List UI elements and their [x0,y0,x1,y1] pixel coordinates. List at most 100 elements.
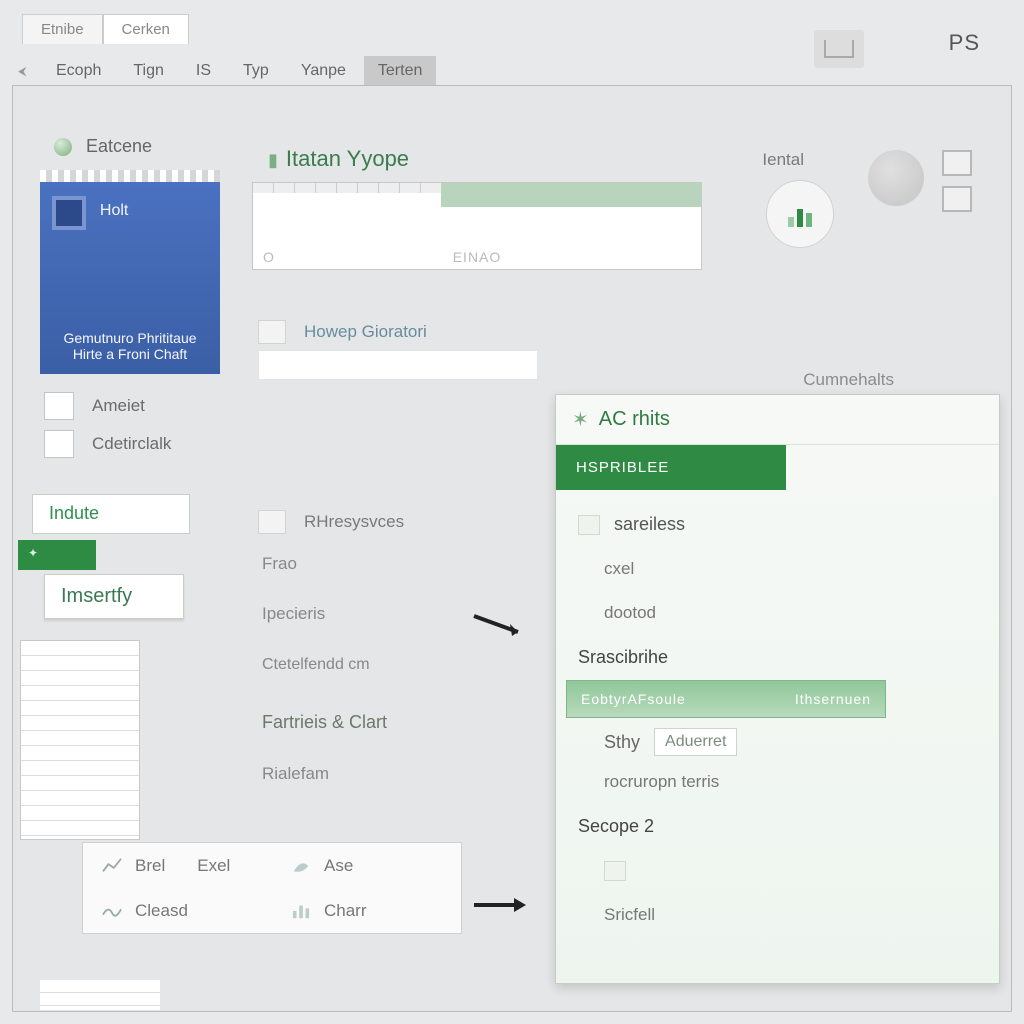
panel-item-roruropnterris[interactable]: rocruropn terris [556,760,999,804]
eatcene-label: Eatcene [86,136,152,157]
square-option-b[interactable] [942,186,972,212]
sphere-icon [868,150,924,206]
opt-ase-label: Ase [324,856,353,876]
iental-label: Iental [762,150,804,170]
panel-item-dootod[interactable]: dootod [556,591,999,635]
panel-item-highlighted[interactable]: EobtyrAFsoule Ithsernuen [566,680,886,718]
box-icon [44,392,74,420]
input-strip[interactable] [258,350,538,380]
hgoratori-label: Howep Gioratori [304,322,427,342]
cdetrcalk-label: Cdetirclalk [92,434,171,454]
insertfy-button[interactable]: Imsertfy [44,574,184,619]
panel-item-sareless[interactable]: sareiless [556,502,999,547]
ribbon-tab-is[interactable]: IS [182,56,225,86]
spreadsheet-footer-icon [40,980,160,1010]
panel-item-label: Secope 2 [578,816,654,837]
ribbon-tab-tign[interactable]: Tign [119,56,178,86]
ctetefendd-label[interactable]: Ctetelfendd cm [262,656,370,674]
template-card[interactable]: Holt Gemutnuro Phrititaue Hirte a Froni … [40,182,220,374]
arrow-icon [470,890,530,923]
tool-icon [258,510,286,534]
green-marker-icon[interactable] [18,540,96,570]
spreadsheet-thumb-icon [20,640,140,840]
section-eatcene: Eatcene [54,136,152,157]
preview-axis-center: EINAO [453,249,502,265]
top-tab-etnibe[interactable]: Etnibe [22,14,103,44]
indute-button[interactable]: Indute [32,494,190,534]
opt-charr[interactable]: Charr [272,888,461,933]
template-card-title: Holt [100,202,128,220]
opt-exel-label: Exel [197,856,230,876]
panel-item-label: Srascibrihe [578,647,668,668]
chart-preview[interactable]: O EINAO [252,182,702,270]
panel-hi-right: Ithsernuen [795,691,871,707]
cloud-upload-icon[interactable] [814,30,864,68]
round-chart-icon[interactable] [766,180,834,248]
panel-hi-left: EobtyrAFsoule [581,691,686,707]
bar-chart-icon [290,902,312,920]
ameiet-label: Ameiet [92,396,145,416]
panel-list: sareiless cxel dootod Srascibrihe Eobtyr… [556,490,999,949]
template-card-line2: Hirte a Froni Chaft [52,346,208,362]
panel-ribbon-bar[interactable]: HSPRIBLEE [556,445,786,490]
tree-icon: ✶ [572,407,589,432]
panel-item-label: Sricfell [604,905,655,925]
top-tab-strip: Etnibe Cerken [22,14,189,44]
link-hgoratori[interactable]: Howep Gioratori [258,320,427,344]
panel-item-label: cxel [604,559,634,579]
rhresvres-label: RHresysvces [304,512,404,532]
panel-item-cxel[interactable]: cxel [556,547,999,591]
link-rhresvres[interactable]: RHresysvces [258,510,404,534]
line-chart-icon [101,857,123,875]
template-card-line1: Gemutnuro Phrititaue [52,330,208,346]
thumb-icon [604,861,626,881]
frao-label[interactable]: Frao [262,554,297,574]
expand-icon[interactable]: ⮜ [18,64,32,79]
panel-inline-row: Sthy Aduerret [556,718,999,760]
sidebar-item-cdetrcalk[interactable]: Cdetirclalk [44,430,171,458]
panel-item-label: dootod [604,603,656,623]
panel-item-srascbrihe[interactable]: Srascibrihe [556,635,999,680]
preview-axis-left: O [263,249,274,265]
cumhats-label: Cumnehalts [803,370,894,390]
sidebar-item-ameiet[interactable]: Ameiet [44,392,145,420]
ipeciens-label[interactable]: Ipecieris [262,604,325,624]
panel-title: ✶ AC rhits [556,395,999,445]
panel-title-text: AC rhits [599,408,670,431]
scribble-icon [101,902,123,920]
square-option-a[interactable] [942,150,972,176]
rialeram-label[interactable]: Rialefam [262,764,329,784]
opt-ase[interactable]: Ase [272,843,461,888]
chart-option-box: Brel Exel Ase Cleasd Charr [82,842,462,934]
panel-sthy-label: Sthy [604,732,640,753]
panel-item-secope2[interactable]: Secope 2 [556,804,999,849]
opt-cleasd-label: Cleasd [135,901,188,921]
opt-brel-label: Brel [135,856,165,876]
fartiois-label[interactable]: Fartrieis & Clart [262,712,387,733]
sheet-icon [578,515,600,535]
ribbon-tabs: ⮜ Ecoph Tign IS Typ Yanpe Terten [18,56,436,86]
panel-aduerret-chip[interactable]: Aduerret [654,728,737,756]
arrow-icon [470,610,530,643]
ps-label: PS [949,30,980,56]
doc-icon [258,320,286,344]
panel-item-sricfell[interactable]: Sricfell [556,893,999,937]
leaf-icon [290,857,312,875]
top-tab-cerken[interactable]: Cerken [103,14,189,44]
opt-brel[interactable]: Brel Exel [83,843,272,888]
opt-cleasd[interactable]: Cleasd [83,888,272,933]
grid-icon [44,430,74,458]
panel-item-label: rocruropn terris [604,772,719,792]
section-heading-atatype: Itatan Yyope [268,146,409,172]
ribbon-tab-yanpe[interactable]: Yanpe [287,56,360,86]
template-card-icon [52,196,86,230]
ribbon-tab-terten[interactable]: Terten [364,56,436,86]
globe-icon [54,138,72,156]
ribbon-tab-ecoph[interactable]: Ecoph [42,56,115,86]
opt-charr-label: Charr [324,901,367,921]
panel-item-label: sareiless [614,514,685,535]
ribbon-tab-typ[interactable]: Typ [229,56,283,86]
panel-item-thumb[interactable] [556,849,999,893]
chart-preview-fill [441,183,701,207]
ac-rhits-panel: ✶ AC rhits HSPRIBLEE sareiless cxel doot… [555,394,1000,984]
